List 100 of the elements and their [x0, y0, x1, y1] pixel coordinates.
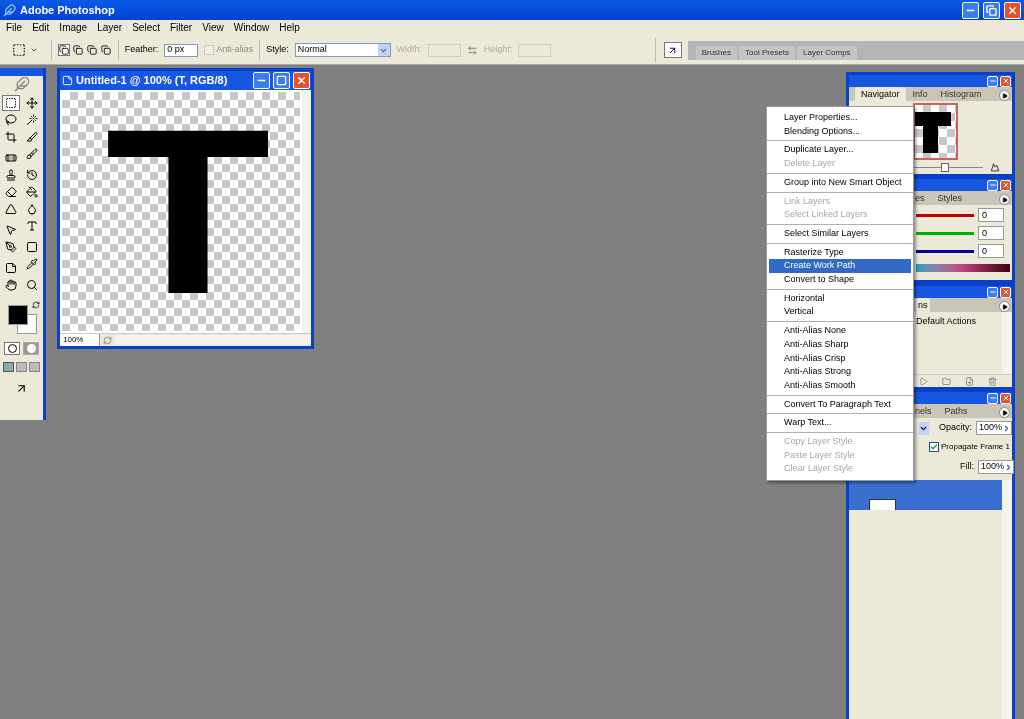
palette-well-tab[interactable]: Layer Comps	[797, 45, 857, 60]
palette-well-tab[interactable]: Tool Presets	[739, 45, 796, 60]
square-icon	[26, 241, 38, 253]
close-button[interactable]	[1000, 286, 1011, 298]
tool-button[interactable]	[2, 201, 20, 217]
zoom-level: 100%	[60, 334, 100, 346]
selection-mode-button[interactable]	[99, 44, 112, 56]
tool-button[interactable]	[2, 95, 20, 111]
feather-field[interactable]: 0 px	[164, 43, 199, 57]
trash-icon[interactable]	[988, 376, 997, 386]
layer-row[interactable]	[849, 480, 1002, 510]
droplet-icon	[26, 203, 38, 215]
palette-tab[interactable]: Navigator	[855, 87, 906, 101]
screen-mode-button[interactable]	[3, 362, 14, 372]
channel-value-field[interactable]: 0	[978, 208, 1004, 222]
menu-item[interactable]: Edit	[27, 21, 55, 35]
standard-mode-button[interactable]	[4, 342, 20, 355]
channel-slider-track[interactable]	[916, 231, 974, 235]
search-icon	[26, 279, 38, 291]
fill-field[interactable]: 100%	[978, 460, 1015, 474]
new-item-icon[interactable]	[965, 376, 974, 386]
menu-item[interactable]: Layer	[92, 21, 128, 35]
minimize-button[interactable]	[253, 72, 270, 89]
swap-colors-icon[interactable]	[31, 301, 40, 309]
propagate-checkbox[interactable]	[929, 442, 939, 452]
tool-button[interactable]	[23, 146, 41, 162]
palette-menu-button[interactable]	[999, 407, 1010, 418]
minimize-button[interactable]	[987, 179, 998, 191]
menu-item[interactable]: Image	[54, 21, 93, 35]
color-swatches[interactable]	[7, 305, 38, 335]
style-dropdown[interactable]: Normal	[294, 43, 391, 57]
minimize-button[interactable]	[962, 1, 979, 19]
hand-icon	[5, 279, 17, 291]
selection-mode-button[interactable]	[85, 44, 98, 56]
palette-menu-button[interactable]	[999, 90, 1010, 101]
close-button[interactable]	[1004, 1, 1021, 19]
palette-well-tab[interactable]: Brushes	[695, 45, 737, 60]
channel-slider-track[interactable]	[916, 249, 974, 253]
canvas-text: T	[105, 93, 271, 329]
caret-icon	[30, 46, 38, 54]
play-icon	[1001, 303, 1008, 310]
restore-icon	[986, 4, 997, 16]
triangle-icon	[5, 203, 17, 215]
palette-well-button[interactable]	[664, 42, 682, 58]
minimize-icon	[988, 181, 997, 189]
menu-item[interactable]: Window	[228, 21, 275, 35]
minimize-icon	[988, 394, 997, 402]
context-menu-item[interactable]: Create Work Path	[769, 259, 911, 274]
close-icon	[1007, 4, 1018, 16]
selection-mode-button[interactable]	[71, 44, 84, 56]
close-button[interactable]	[1000, 179, 1011, 191]
menu-item[interactable]: View	[197, 21, 229, 35]
brush-icon	[26, 148, 38, 160]
crop-icon	[5, 131, 17, 143]
app-title: Adobe Photoshop	[20, 2, 116, 18]
bandage-icon	[5, 152, 17, 164]
slider-thumb[interactable]	[940, 163, 949, 172]
propagate-label: Propagate Frame 1	[941, 441, 1010, 453]
minimize-button[interactable]	[987, 392, 998, 404]
maximize-button[interactable]	[273, 72, 290, 89]
tool-button[interactable]	[2, 277, 20, 293]
document-icon	[62, 75, 73, 86]
toolbox-title-bar	[0, 68, 43, 76]
minimize-button[interactable]	[987, 286, 998, 298]
feather-label: Feather:	[124, 43, 159, 57]
lasso-icon	[5, 114, 17, 126]
zoom-slider[interactable]	[913, 163, 983, 172]
opacity-field[interactable]: 100%	[975, 421, 1012, 435]
close-icon	[1001, 394, 1010, 402]
close-button[interactable]	[1000, 392, 1011, 404]
eraser-icon	[5, 186, 17, 198]
close-button[interactable]	[1000, 75, 1011, 87]
menu-item[interactable]: File	[1, 21, 28, 35]
color-spectrum[interactable]	[916, 264, 1010, 272]
minimize-button[interactable]	[987, 75, 998, 87]
close-icon	[1001, 77, 1010, 85]
menu-item[interactable]: Select	[127, 21, 165, 35]
channel-value-field[interactable]: 0	[978, 226, 1004, 240]
dashed-square-icon	[5, 97, 17, 109]
close-icon	[1001, 288, 1010, 296]
menu-item[interactable]: Filter	[164, 21, 198, 35]
minimize-icon	[988, 288, 997, 296]
menu-item[interactable]: Help	[274, 21, 305, 35]
maximize-icon	[276, 75, 287, 86]
action-set-item[interactable]: Default Actions	[916, 315, 1002, 327]
close-button[interactable]	[293, 72, 310, 89]
channel-value-field[interactable]: 0	[978, 244, 1004, 258]
restore-button[interactable]	[983, 1, 1000, 19]
palette-tab[interactable]: ns	[916, 298, 930, 312]
tool-button[interactable]	[2, 184, 20, 200]
status-icon[interactable]	[103, 335, 112, 345]
tool-button[interactable]	[2, 112, 20, 128]
channel-slider-track[interactable]	[916, 213, 974, 217]
selection-mode-button[interactable]	[57, 44, 70, 56]
history-icon	[26, 169, 38, 181]
blend-mode-dropdown[interactable]	[919, 421, 929, 435]
style-label: Style:	[266, 43, 289, 57]
tool-button[interactable]	[23, 184, 41, 200]
palette-menu-button[interactable]	[999, 194, 1010, 205]
knife-icon	[26, 131, 38, 143]
